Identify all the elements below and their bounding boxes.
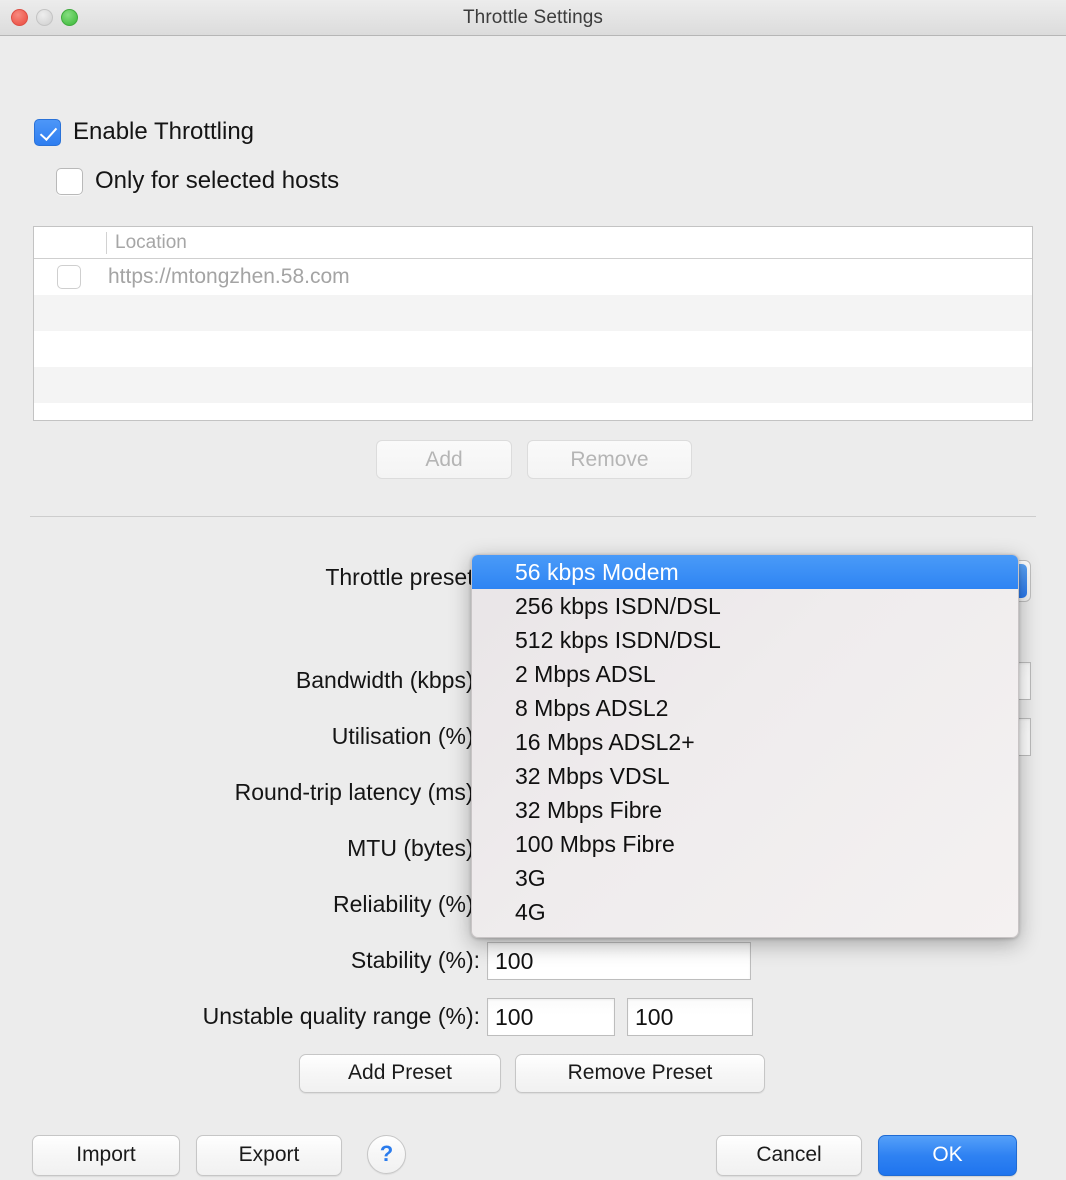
cancel-button[interactable]: Cancel [716, 1135, 862, 1176]
enable-throttling-label: Enable Throttling [73, 118, 255, 145]
remove-host-button[interactable]: Remove [527, 440, 692, 479]
table-row-empty [34, 295, 1032, 331]
enable-throttling-checkbox[interactable] [34, 118, 61, 146]
bandwidth-label: Bandwidth (kbps): [295, 667, 480, 693]
section-divider [30, 516, 1036, 517]
menu-item-preset[interactable]: 3G [472, 861, 1018, 895]
menu-item-preset[interactable]: 512 kbps ISDN/DSL [472, 623, 1018, 657]
menu-item-preset[interactable]: 56 kbps Modem [472, 555, 1018, 589]
menu-item-preset[interactable]: 256 kbps ISDN/DSL [472, 589, 1018, 623]
import-button[interactable]: Import [32, 1135, 180, 1176]
table-row-empty [34, 403, 1032, 420]
only-selected-hosts-label: Only for selected hosts [95, 167, 340, 194]
latency-label: Round-trip latency (ms): [234, 779, 480, 805]
utilisation-label: Utilisation (%): [331, 723, 480, 749]
stability-input[interactable]: 100 [487, 942, 751, 980]
row-location-value: https://mtongzhen.58.com [108, 265, 350, 288]
stability-label: Stability (%): [350, 947, 480, 973]
menu-item-preset[interactable]: 100 Mbps Fibre [472, 827, 1018, 861]
reliability-label: Reliability (%): [333, 891, 480, 917]
mtu-label: MTU (bytes): [347, 835, 480, 861]
add-host-button[interactable]: Add [376, 440, 512, 479]
export-button[interactable]: Export [196, 1135, 342, 1176]
window-title: Throttle Settings [462, 7, 604, 28]
unstable-range-max-input[interactable]: 100 [627, 998, 753, 1036]
menu-item-preset[interactable]: 8 Mbps ADSL2 [472, 691, 1018, 725]
menu-item-preset[interactable]: 32 Mbps VDSL [472, 759, 1018, 793]
throttle-preset-label: Throttle preset: [325, 564, 480, 590]
menu-item-preset[interactable]: 16 Mbps ADSL2+ [472, 725, 1018, 759]
enable-throttling-row[interactable]: Enable Throttling [34, 118, 254, 146]
unstable-range-label: Unstable quality range (%): [202, 1003, 480, 1029]
add-preset-button[interactable]: Add Preset [299, 1054, 501, 1093]
table-row[interactable]: https://mtongzhen.58.com [34, 259, 1032, 295]
help-icon[interactable]: ? [367, 1135, 406, 1174]
row-select-checkbox[interactable] [57, 265, 81, 289]
menu-item-preset[interactable]: 4G [472, 895, 1018, 929]
menu-item-preset[interactable]: 32 Mbps Fibre [472, 793, 1018, 827]
column-divider [106, 232, 107, 254]
window-titlebar: Throttle Settings [0, 0, 1066, 36]
unstable-range-min-input[interactable]: 100 [487, 998, 615, 1036]
only-selected-hosts-row[interactable]: Only for selected hosts [56, 167, 339, 195]
hosts-table[interactable]: Location https://mtongzhen.58.com [33, 226, 1033, 421]
table-row-empty [34, 367, 1032, 403]
only-selected-hosts-checkbox[interactable] [56, 167, 83, 195]
hosts-table-header: Location [34, 227, 1032, 259]
menu-item-preset[interactable]: 2 Mbps ADSL [472, 657, 1018, 691]
ok-button[interactable]: OK [878, 1135, 1017, 1176]
dialog-content: Enable Throttling Only for selected host… [0, 36, 1066, 1180]
remove-preset-button[interactable]: Remove Preset [515, 1054, 765, 1093]
table-row-empty [34, 331, 1032, 367]
column-header-location[interactable]: Location [115, 232, 187, 254]
throttle-preset-dropdown-menu[interactable]: 56 kbps Modem 256 kbps ISDN/DSL 512 kbps… [471, 554, 1019, 938]
